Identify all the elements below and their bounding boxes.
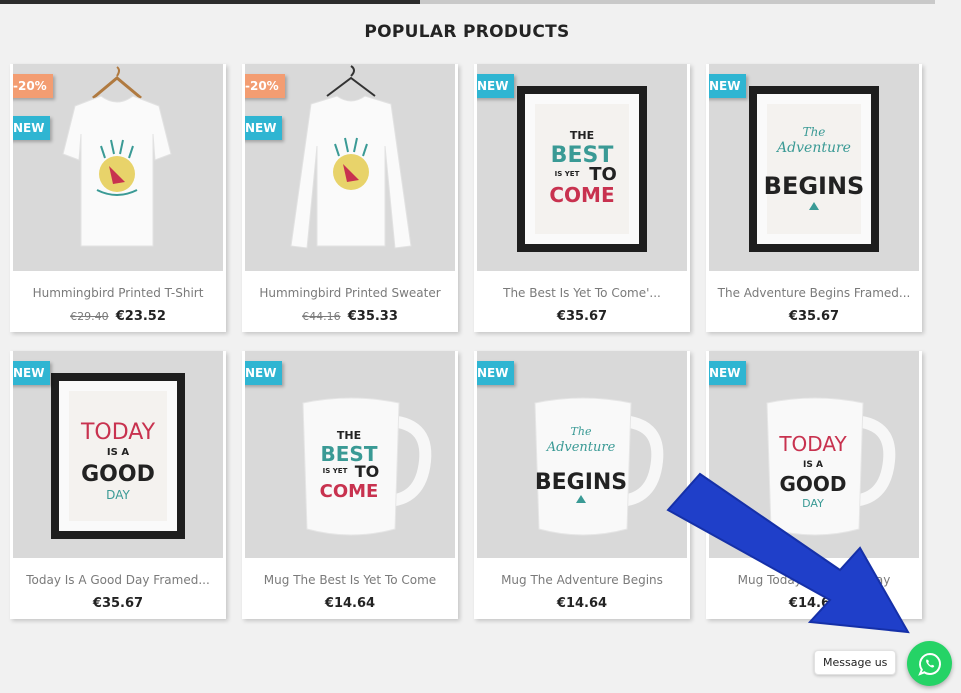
new-flag: NEW [477, 74, 515, 98]
top-divider [0, 0, 961, 4]
product-card[interactable]: THE BEST IS YET TO COME NEW Mug The Best… [242, 351, 458, 619]
product-prices: €35.67 [10, 596, 226, 611]
product-card[interactable]: The Adventure BEGINS NEW The Adventure B… [706, 64, 922, 332]
new-flag: NEW [13, 361, 51, 385]
product-prices: €14.64 [242, 596, 458, 611]
art-text: THE [337, 429, 361, 442]
product-name[interactable]: Hummingbird Printed T-Shirt [10, 286, 226, 300]
product-thumbnail[interactable]: THE BEST IS YET TO COME NEW [477, 64, 687, 271]
product-name[interactable]: Today Is A Good Day Framed... [10, 573, 226, 587]
product-name[interactable]: Mug The Adventure Begins [474, 573, 690, 587]
art-text: GOOD [81, 462, 155, 487]
product-price: €14.64 [324, 596, 376, 611]
product-prices: €44.16 €35.33 [242, 309, 458, 324]
art-text: Adventure [775, 140, 851, 156]
art-text: IS YET [555, 170, 580, 178]
product-thumbnail[interactable]: The Adventure BEGINS NEW [477, 351, 687, 558]
product-prices: €35.67 [706, 309, 922, 324]
product-price: €35.67 [556, 309, 608, 324]
product-thumbnail[interactable]: -20% NEW [13, 64, 223, 271]
product-thumbnail[interactable]: -20% NEW [245, 64, 455, 271]
art-text: TODAY [778, 432, 847, 456]
message-us-bubble[interactable]: Message us [814, 650, 897, 675]
regular-price: €44.16 [302, 310, 341, 323]
product-name[interactable]: The Best Is Yet To Come'... [474, 286, 690, 300]
product-price: €14.64 [556, 596, 608, 611]
new-flag: NEW [477, 361, 515, 385]
discount-flag: -20% [13, 74, 53, 98]
product-price: €35.67 [92, 596, 144, 611]
divider-dark [0, 0, 420, 4]
product-card[interactable]: -20% NEW Hummingbird Printed Sweater €44… [242, 64, 458, 332]
art-text: TO [589, 164, 617, 185]
product-card[interactable]: THE BEST IS YET TO COME NEW The Best Is … [474, 64, 690, 332]
product-thumbnail[interactable]: The Adventure BEGINS NEW [709, 64, 919, 271]
art-text: BEGINS [535, 470, 627, 495]
art-text: COME [549, 183, 614, 207]
annotation-arrow-icon [666, 472, 910, 634]
discount-flag: -20% [245, 74, 285, 98]
product-price: €35.67 [788, 309, 840, 324]
art-text: DAY [106, 488, 130, 502]
art-text: TODAY [80, 420, 156, 445]
art-text: IS A [107, 447, 129, 458]
product-price: €23.52 [115, 309, 166, 324]
product-prices: €29.40 €23.52 [10, 309, 226, 324]
art-text: The [803, 125, 826, 139]
new-flag: NEW [245, 116, 283, 140]
product-prices: €14.64 [474, 596, 690, 611]
new-flag: NEW [13, 116, 51, 140]
product-name[interactable]: The Adventure Begins Framed... [706, 286, 922, 300]
product-name[interactable]: Hummingbird Printed Sweater [242, 286, 458, 300]
whatsapp-icon [917, 652, 941, 676]
art-text: IS A [803, 460, 823, 470]
divider-light [420, 0, 935, 4]
whatsapp-button[interactable] [907, 641, 952, 686]
product-name[interactable]: Mug The Best Is Yet To Come [242, 573, 458, 587]
art-text: Adventure [546, 440, 616, 455]
product-card[interactable]: -20% NEW Hummingbird Printed T-Shirt €29… [10, 64, 226, 332]
art-text: The [571, 425, 592, 438]
product-thumbnail[interactable]: TODAY IS A GOOD DAY NEW [13, 351, 223, 558]
art-text: TO [355, 462, 380, 481]
product-prices: €35.67 [474, 309, 690, 324]
product-price: €35.33 [347, 309, 398, 324]
new-flag: NEW [245, 361, 283, 385]
product-card[interactable]: TODAY IS A GOOD DAY NEW Today Is A Good … [10, 351, 226, 619]
product-card[interactable]: The Adventure BEGINS NEW Mug The Adventu… [474, 351, 690, 619]
new-flag: NEW [709, 361, 747, 385]
art-text: COME [320, 481, 379, 502]
product-thumbnail[interactable]: THE BEST IS YET TO COME NEW [245, 351, 455, 558]
art-text: IS YET [323, 467, 348, 475]
section-title: POPULAR PRODUCTS [364, 22, 570, 42]
new-flag: NEW [709, 74, 747, 98]
art-text: THE [570, 129, 594, 142]
art-text: BEGINS [764, 172, 865, 200]
regular-price: €29.40 [70, 310, 109, 323]
